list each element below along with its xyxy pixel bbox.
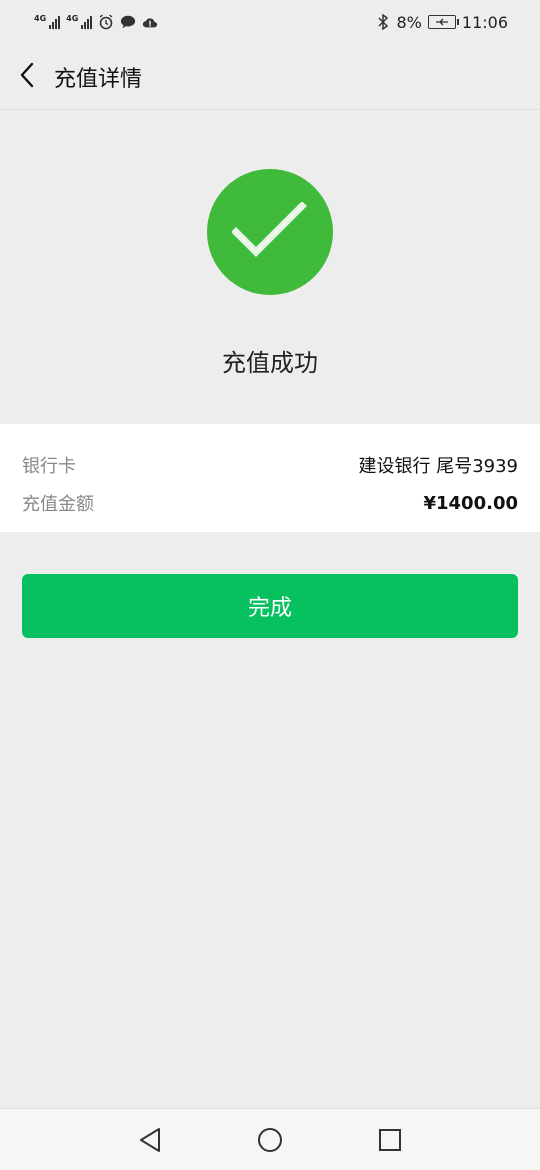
battery-icon [427,15,459,29]
home-circle-icon[interactable] [210,1109,330,1170]
back-triangle-icon[interactable] [90,1109,210,1170]
status-bar: 4G 4G 8% 11:06 [0,0,540,44]
detail-row-bank-card: 银行卡 建设银行 尾号3939 [22,446,518,484]
system-nav-bar [0,1108,540,1170]
chat-icon [120,14,136,30]
bluetooth-icon [375,14,391,30]
clock-time: 11:06 [461,12,508,32]
network-type-1: 4G [34,14,47,23]
status-left: 4G 4G [34,14,158,30]
battery-percent: 8% [396,12,422,32]
detail-label: 充值金额 [22,494,94,515]
detail-label: 银行卡 [22,456,76,477]
nav-bar: 充值详情 [0,44,540,110]
success-section: 充值成功 [0,111,540,424]
status-right: 8% 11:06 [375,12,508,32]
signal-icon: 4G [34,14,61,29]
chevron-left-icon [19,62,35,92]
cloud-icon [142,14,158,30]
recent-square-icon[interactable] [330,1109,450,1170]
success-message: 充值成功 [222,349,318,377]
detail-value: ¥1400.00 [423,492,518,514]
network-type-2: 4G [66,14,79,23]
back-button[interactable] [0,44,54,110]
signal-icon: 4G [66,14,93,29]
screen: 4G 4G 8% 11:06 充值详情 充值成功 银行卡 建设银行 尾号3939… [0,0,540,1170]
details-card: 银行卡 建设银行 尾号3939 充值金额 ¥1400.00 [0,424,540,532]
done-button[interactable]: 完成 [22,574,518,638]
detail-row-amount: 充值金额 ¥1400.00 [22,484,518,522]
alarm-icon [98,14,114,30]
page-title: 充值详情 [54,66,143,92]
detail-value: 建设银行 尾号3939 [358,456,518,477]
success-check-icon [207,169,333,295]
